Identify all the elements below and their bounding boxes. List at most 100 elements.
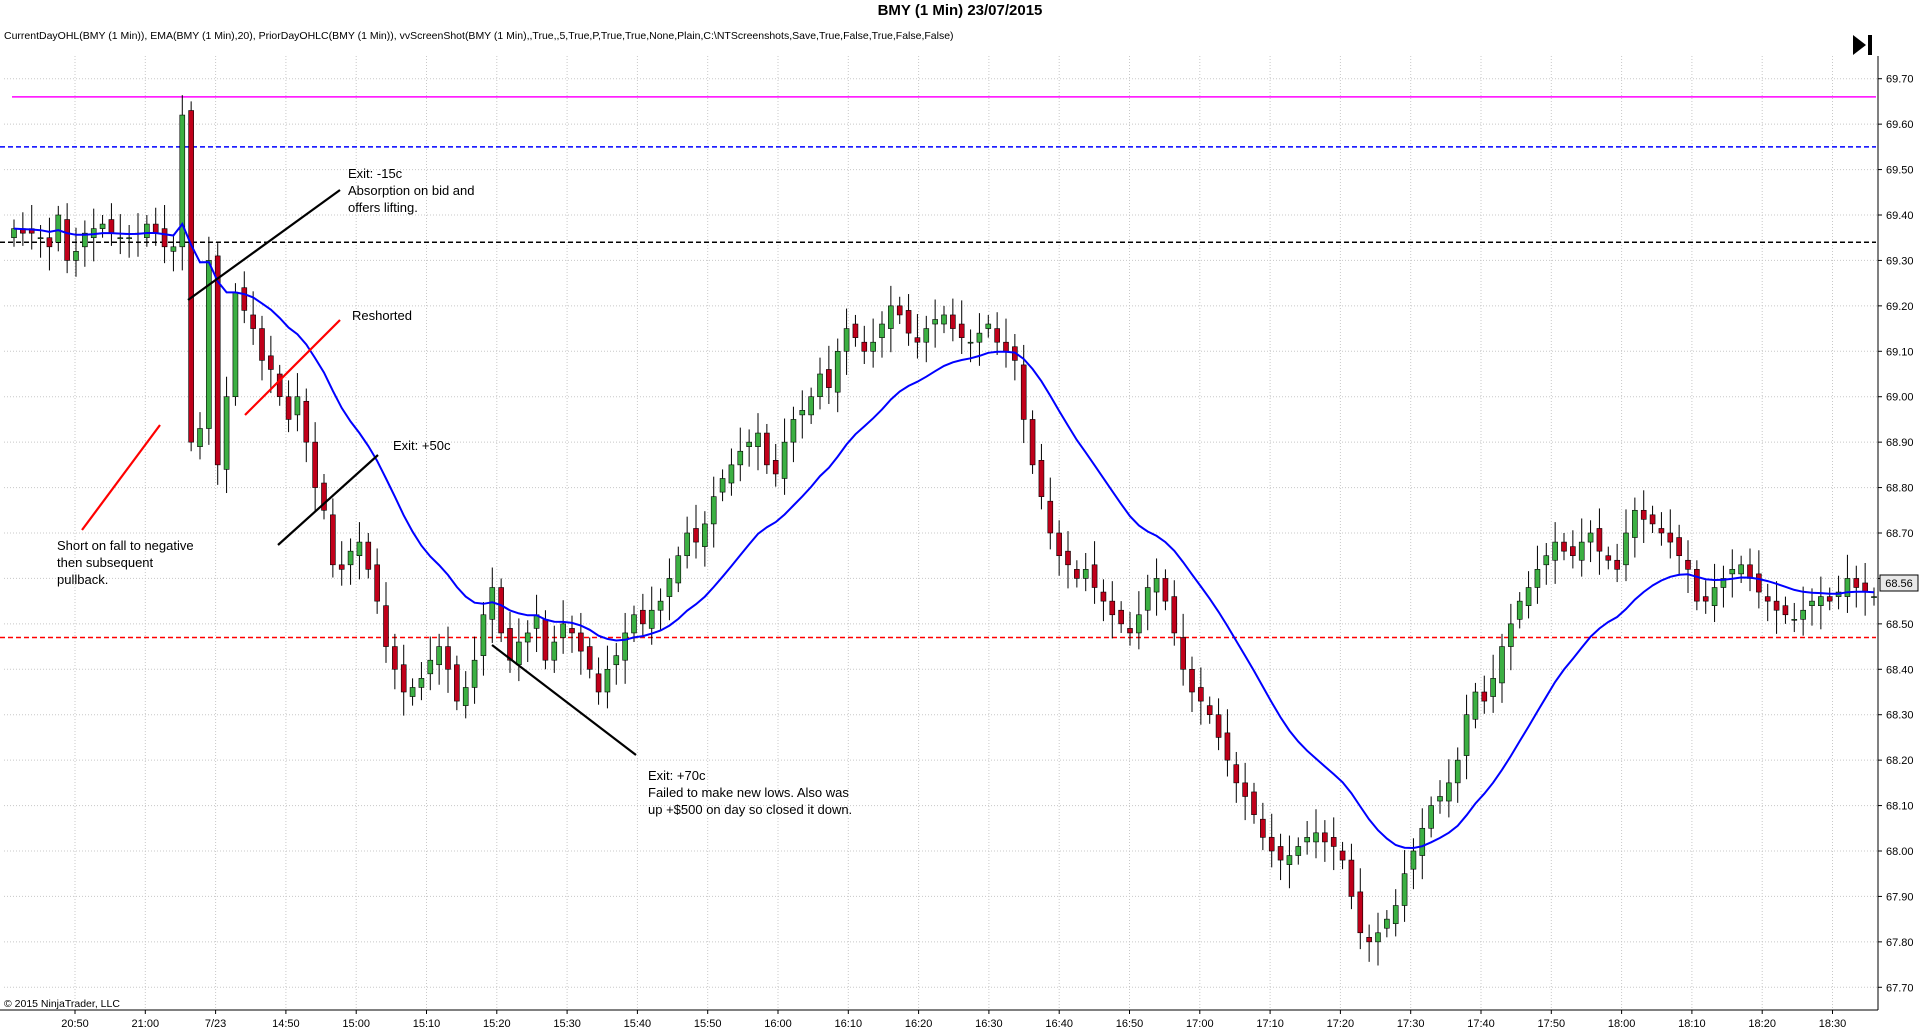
annotation-note: Reshorted — [352, 308, 412, 323]
candle-up — [1525, 587, 1532, 606]
y-tick-label: 68.40 — [1886, 664, 1914, 676]
candle-down — [542, 619, 549, 661]
candle-up — [932, 319, 938, 325]
candle-up — [923, 328, 930, 343]
y-tick-label: 69.00 — [1886, 392, 1914, 404]
candle-down — [1694, 569, 1700, 602]
candle-down — [392, 646, 398, 670]
candle-up — [879, 323, 885, 338]
x-tick-label: 15:40 — [624, 1018, 652, 1030]
candle-up — [1508, 623, 1514, 647]
candle-down — [1685, 559, 1691, 570]
candle-up — [1800, 609, 1806, 620]
candle-up — [1587, 532, 1594, 543]
price-levels — [0, 96, 1876, 639]
candle-down — [188, 110, 194, 443]
candle-down — [1339, 850, 1346, 861]
candle-up — [1543, 555, 1550, 566]
candle-down — [1003, 341, 1009, 352]
candle-up — [1454, 759, 1461, 784]
candle-up — [985, 323, 992, 329]
candle-up — [1516, 600, 1523, 620]
y-tick-label: 69.70 — [1886, 74, 1914, 86]
candle-down — [1614, 559, 1620, 570]
x-tick-label: 15:10 — [413, 1018, 441, 1030]
x-tick-label: 17:50 — [1538, 1018, 1566, 1030]
candle-down — [1038, 460, 1045, 497]
y-tick-label: 67.70 — [1886, 982, 1914, 994]
candle-up — [480, 614, 487, 656]
candle-up — [1304, 837, 1310, 843]
play-to-end-icon[interactable] — [1851, 33, 1875, 62]
candle-up — [1082, 569, 1089, 579]
candle-up — [1144, 587, 1151, 611]
candle-down — [1224, 732, 1231, 761]
candle-down — [1171, 596, 1178, 634]
price-axis-ticks: 69.70 69.60 69.50 69.40 69.30 69.20 69.10 69.00… — [1878, 74, 1914, 994]
candle-down — [1029, 419, 1036, 466]
candle-up — [728, 464, 735, 484]
candle-up — [746, 441, 752, 447]
last-price-label: 68.56 — [1885, 578, 1913, 590]
candle-down — [640, 609, 646, 625]
candle-up — [967, 341, 974, 344]
candle-up — [675, 555, 682, 584]
candle-down — [1198, 687, 1204, 702]
candle-down — [1862, 582, 1868, 593]
candle-down — [586, 646, 593, 670]
x-tick-label: 18:30 — [1819, 1018, 1847, 1030]
candle-down — [1756, 573, 1762, 593]
candle-up — [524, 632, 531, 643]
candle-down — [896, 305, 903, 316]
candle-up — [684, 532, 690, 557]
candle-down — [1667, 532, 1674, 543]
candle-up — [1729, 569, 1736, 575]
candle-down — [852, 323, 859, 338]
candle-down — [330, 514, 336, 566]
annotation-note: Exit: +50c — [393, 438, 451, 453]
candle-up — [604, 668, 611, 693]
candle-up — [197, 428, 203, 447]
candle-down — [46, 237, 53, 248]
candle-up — [126, 237, 132, 240]
candle-down — [383, 605, 389, 647]
candle-up — [870, 341, 876, 352]
candle-up — [1384, 918, 1390, 929]
candle-down — [161, 228, 168, 248]
candle-up — [436, 646, 442, 666]
candle-down — [1242, 782, 1248, 797]
time-axis-ticks: 20:50 21:00 7/23 14:50 15:00 15:10 15:20 15:30 1… — [61, 1010, 1846, 1030]
candle-up — [976, 332, 983, 343]
annotation-note: Short on fall to negative then subsequent… — [57, 538, 194, 587]
candle-down — [1118, 609, 1124, 625]
candle-down — [1322, 832, 1328, 843]
candle-down — [365, 541, 372, 570]
candle-down — [1676, 537, 1682, 557]
annotation-line: offers lifting. — [348, 200, 418, 215]
candle-up — [462, 687, 469, 706]
candle-up — [1410, 850, 1417, 870]
candle-down — [214, 255, 221, 466]
candle-up — [516, 641, 522, 666]
candle-up — [356, 541, 363, 557]
last-price-marker: 68.56 — [1879, 574, 1919, 592]
candle-up — [1844, 578, 1851, 597]
candle-down — [1826, 596, 1833, 602]
candle-up — [232, 291, 239, 398]
y-tick-label: 68.00 — [1886, 846, 1914, 858]
y-tick-label: 67.80 — [1886, 937, 1914, 949]
candle-up — [427, 659, 434, 675]
annotation-arrow — [187, 189, 341, 301]
candle-down — [1100, 591, 1107, 602]
x-tick-label: 14:50 — [272, 1018, 300, 1030]
candle-down — [1127, 628, 1133, 634]
candle-down — [994, 328, 1000, 343]
candle-down — [1605, 555, 1612, 561]
annotation-line: Absorption on bid and — [348, 183, 474, 198]
x-tick-label: 16:50 — [1116, 1018, 1144, 1030]
candle-down — [1773, 600, 1780, 611]
candle-up — [1818, 596, 1824, 606]
y-tick-label: 68.80 — [1886, 483, 1914, 495]
y-tick-label: 69.40 — [1886, 210, 1914, 222]
candle-up — [888, 305, 894, 329]
